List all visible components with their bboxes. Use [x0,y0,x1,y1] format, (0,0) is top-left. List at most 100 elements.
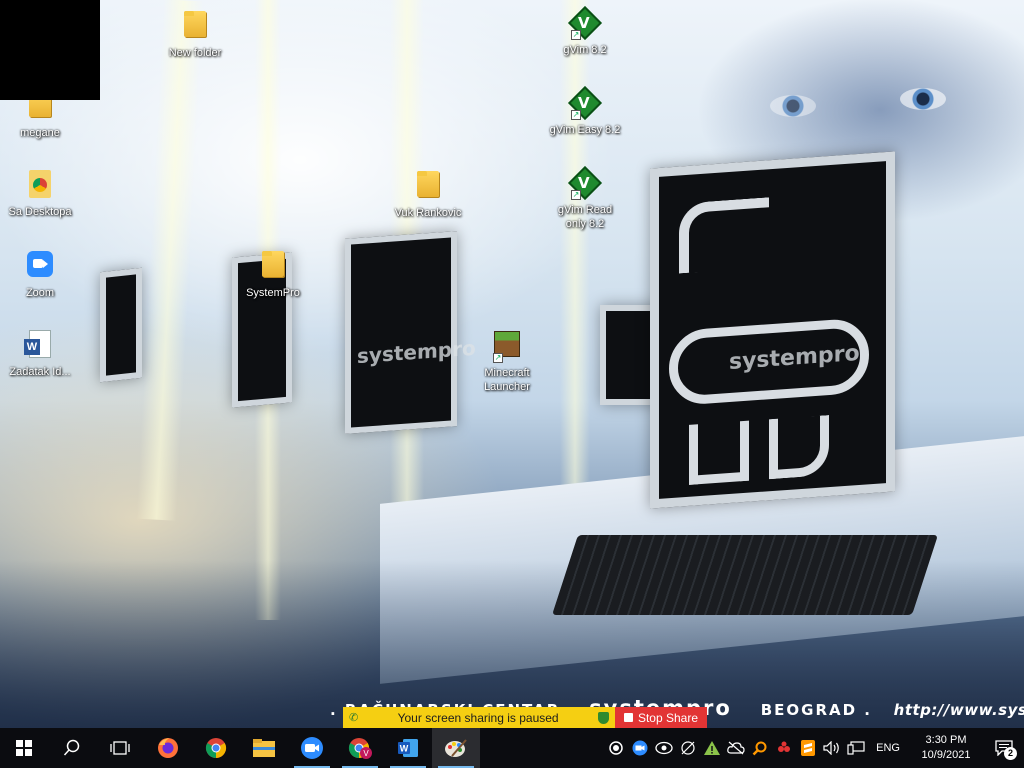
wallpaper-footer-url: http://www.systempro.rs . [893,701,1024,719]
word-document-icon: W [24,330,56,362]
taskbar: V W ENG 3:30 PM 10/9/2021 2 [0,728,1024,768]
desktop-icon-gvim-read-only[interactable]: V ↗ gVim Read only 8.2 [545,166,625,231]
speaker-icon [823,741,840,755]
folder-icon [179,11,211,43]
svg-text:W: W [400,744,409,754]
tray-search-app-button[interactable] [748,728,772,768]
security-alert-icon [704,741,721,755]
search-icon [63,739,80,756]
desktop-icon-vuk-rankovic[interactable]: Vuk Rankovic [388,168,468,220]
share-paused-banner: ✆ Your screen sharing is paused [343,707,615,728]
taskbar-app-zoom[interactable] [288,728,336,768]
task-view-icon [110,741,130,755]
start-button[interactable] [0,728,48,768]
desktop-icon-systempro[interactable]: SystemPro [233,248,313,300]
share-paused-text: Your screen sharing is paused [397,710,559,725]
desktop-icon-label: Zadatak Id... [9,366,71,378]
desktop-icon-label: Vuk Rankovic [394,207,462,219]
desktop-icon-label: megane [20,127,60,139]
black-overlay-rectangle [0,0,100,100]
folder-icon [412,171,444,203]
word-icon: W [398,739,418,757]
gvim-icon: V ↗ [568,6,602,40]
notification-count-badge: 2 [1004,747,1017,760]
stop-share-label: Stop Share [637,710,699,725]
desktop-icon-label: gVim Easy 8.2 [549,124,621,136]
screen-share-bar: ✆ Your screen sharing is paused Stop Sha… [343,707,707,728]
wallpaper-keyboard [552,535,938,615]
windows-logo-icon [16,740,32,756]
desktop-icon-label: Zoom [25,287,55,299]
taskbar-app-file-explorer[interactable] [240,728,288,768]
minecraft-icon: ↗ [491,331,523,363]
wallpaper-eye [900,88,946,110]
desktop-icon-new-folder[interactable]: New folder [155,8,235,60]
wallpaper-eye [770,95,816,117]
firefox-icon [158,738,178,758]
system-tray: ENG 3:30 PM 10/9/2021 2 [604,728,1024,768]
chrome-profile-icon: V [348,738,372,759]
wallpaper-monitor [100,267,142,383]
desktop-icon-label: Sa Desktopa [8,206,72,218]
taskbar-app-chrome-profile[interactable]: V [336,728,384,768]
eye-icon [655,741,673,755]
svg-text:V: V [363,749,369,758]
action-center-button[interactable]: 2 [984,728,1024,768]
tray-volume-button[interactable] [820,728,844,768]
tray-network-button[interactable] [844,728,868,768]
monitor-logo-shape [689,420,749,485]
monitor-brand-text: systempro [357,335,476,369]
desktop-icon-zoom[interactable]: Zoom [0,248,80,300]
chrome-file-icon [24,170,56,202]
gvim-icon: V ↗ [568,166,602,200]
desktop-icon-label: Minecraft Launcher [484,367,530,393]
tray-cloud-button[interactable] [724,728,748,768]
light-ray [136,0,204,521]
gvim-icon: V ↗ [568,86,602,120]
sublime-icon [801,740,816,756]
wallpaper-monitor-main: systempro [650,151,895,509]
desktop-icon-label: gVim 8.2 [563,44,607,56]
taskbar-app-word[interactable]: W [384,728,432,768]
desktop-icon-label: gVim Read only 8.2 [557,204,613,230]
monitor-logo-shape [769,415,829,480]
phone-icon: ✆ [349,712,359,724]
taskbar-app-paint[interactable] [432,728,480,768]
clock-time: 3:30 PM [925,734,967,746]
tray-security-button[interactable] [700,728,724,768]
taskbar-app-firefox[interactable] [144,728,192,768]
taskbar-app-chrome[interactable] [192,728,240,768]
desktop-icon-minecraft-launcher[interactable]: ↗ Minecraft Launcher [467,328,547,394]
folder-icon [257,251,289,283]
network-monitor-icon [681,741,695,755]
tray-team-app-button[interactable] [772,728,796,768]
tray-network-monitor-button[interactable] [676,728,700,768]
zoom-icon [301,737,323,759]
task-view-button[interactable] [96,728,144,768]
zoom-tray-icon [632,740,648,756]
tray-eye-button[interactable] [652,728,676,768]
shield-icon [598,711,609,724]
stop-share-button[interactable]: Stop Share [615,707,707,728]
tray-zoom-button[interactable] [628,728,652,768]
light-ray [560,0,590,500]
wallpaper-monitor: systempro [345,231,476,434]
file-explorer-icon [253,739,275,757]
desktop-icon-gvim[interactable]: V ↗ gVim 8.2 [545,6,625,57]
language-indicator[interactable]: ENG [868,742,908,754]
tray-record-button[interactable] [604,728,628,768]
chrome-icon [205,738,227,759]
cloud-offline-icon [727,741,745,755]
desktop-icon-sa-desktopa[interactable]: Sa Desktopa [0,168,80,219]
taskbar-clock[interactable]: 3:30 PM 10/9/2021 [908,733,984,763]
stop-icon [623,713,633,722]
wallpaper-footer-city: BEOGRAD . [760,701,872,719]
paint-icon [445,739,467,757]
desktop-icon-zadatak[interactable]: W Zadatak Id... [0,328,80,379]
record-icon [609,741,623,755]
monitor-logo-shape [679,197,769,274]
tray-sublime-button[interactable] [796,728,820,768]
search-button[interactable] [48,728,96,768]
desktop-icon-label: New folder [168,47,222,59]
desktop-icon-gvim-easy[interactable]: V ↗ gVim Easy 8.2 [545,86,625,137]
